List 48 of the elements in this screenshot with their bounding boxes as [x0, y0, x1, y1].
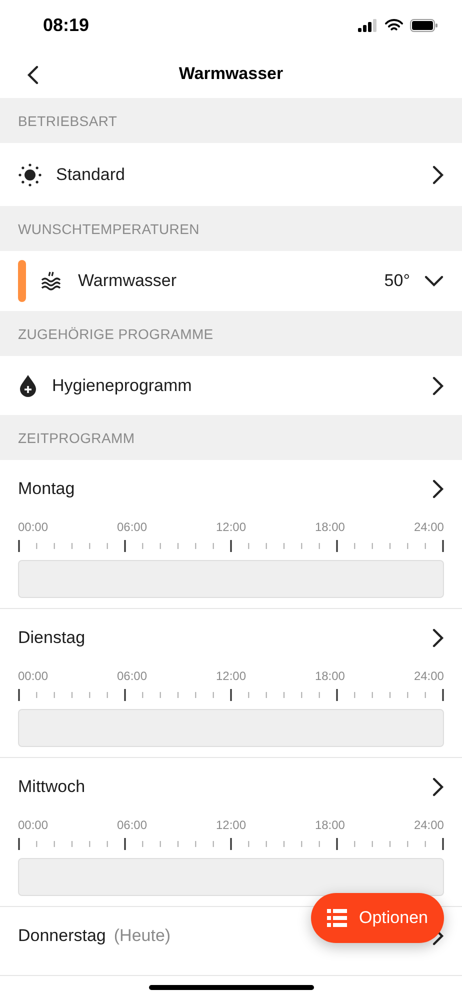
screen-title: Warmwasser: [178, 64, 284, 84]
chevron-right-icon: [432, 628, 444, 648]
sun-icon: [18, 162, 42, 186]
time-label: 00:00: [18, 669, 48, 683]
timeline-track[interactable]: [18, 709, 444, 747]
row-label: Standard: [56, 164, 126, 184]
row-label: Hygieneprogramm: [52, 376, 193, 396]
timeline-track[interactable]: [18, 858, 444, 896]
chevron-right-icon: [432, 376, 444, 396]
time-label: 12:00: [216, 520, 246, 534]
day-name[interactable]: Montag: [18, 479, 75, 499]
time-label: 18:00: [314, 520, 345, 534]
section-header: WUNSCHTEMPERATUREN: [0, 206, 462, 251]
time-label: 06:00: [116, 520, 148, 534]
time-label: 24:00: [414, 669, 444, 683]
back-chevron-icon: [27, 65, 39, 85]
temperature-value: 50°: [384, 271, 410, 291]
time-label: 00:00: [18, 520, 48, 534]
time-label: 18:00: [314, 669, 345, 683]
day-name[interactable]: Donnerstag: [18, 926, 106, 946]
section-header: ZUGEHÖRIGE PROGRAMME: [0, 311, 462, 356]
time-label: 18:00: [314, 818, 345, 832]
time-label: 12:00: [216, 669, 246, 683]
time-label: 00:00: [18, 818, 48, 832]
section-header: BETRIEBSART: [0, 98, 462, 143]
time-label: 24:00: [414, 818, 444, 832]
status-bar-indicator: [18, 260, 26, 302]
today-note: (Heute): [114, 926, 172, 946]
chevron-right-icon: [432, 777, 444, 797]
wifi-icon: [385, 18, 403, 32]
timeline-track[interactable]: [18, 560, 444, 598]
chevron-right-icon: [432, 479, 444, 499]
section-header: ZEITPROGRAMM: [0, 415, 462, 460]
row-label: Warmwasser: [78, 271, 178, 291]
drop-plus-icon: [18, 374, 38, 398]
status-time: 08:19: [43, 14, 90, 36]
chevron-right-icon: [432, 164, 444, 184]
day-name[interactable]: Dienstag: [18, 628, 86, 648]
day-name[interactable]: Mittwoch: [18, 777, 86, 797]
time-label: 06:00: [116, 818, 148, 832]
signal-icon: [358, 18, 378, 32]
chevron-down-icon: [424, 275, 444, 287]
time-label: 24:00: [414, 520, 444, 534]
time-label: 06:00: [116, 669, 148, 683]
battery-icon: [410, 18, 438, 32]
list-icon: [327, 909, 347, 927]
time-label: 12:00: [216, 818, 246, 832]
options-button[interactable]: Optionen: [311, 893, 444, 943]
